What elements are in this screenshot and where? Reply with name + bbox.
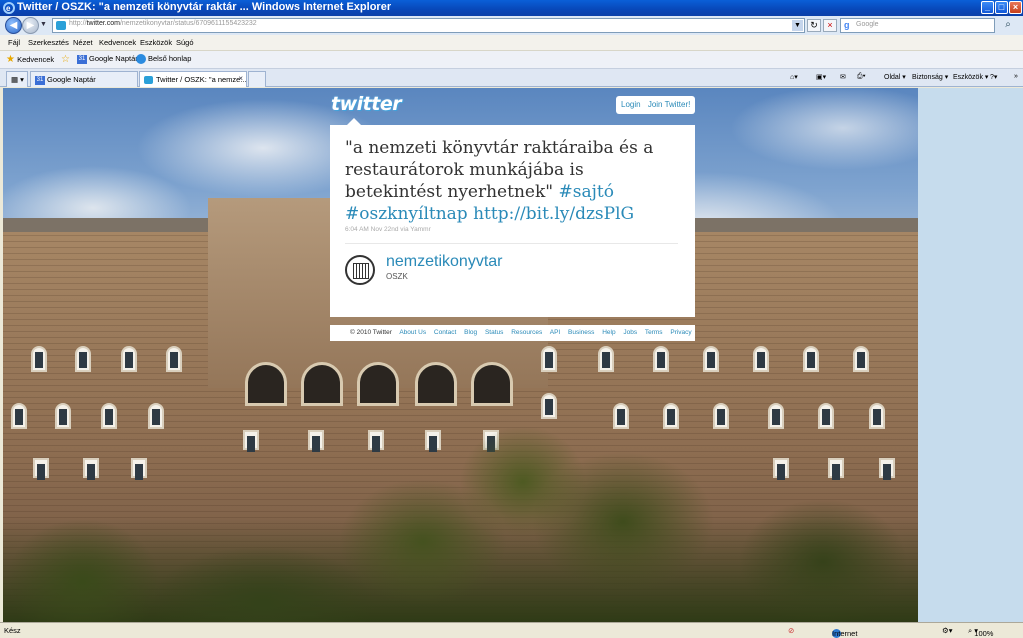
hashtag-sajto[interactable]: #sajtó xyxy=(559,182,614,202)
footer-link-business[interactable]: Business xyxy=(568,329,594,336)
top-links: Login Join Twitter! xyxy=(616,96,695,114)
tweet-link[interactable]: http://bit.ly/dzsPlG xyxy=(473,204,634,224)
close-tab-icon[interactable]: × xyxy=(238,74,243,83)
footer-link-help[interactable]: Help xyxy=(602,329,615,336)
tab-google-calendar[interactable]: 31 Google Naptár xyxy=(30,71,138,87)
trees-foreground xyxy=(3,392,918,622)
footer-link-blog[interactable]: Blog xyxy=(464,329,477,336)
feeds-icon[interactable]: ▣▾ xyxy=(816,73,826,81)
favorite-google-calendar[interactable]: 31 Google Naptár xyxy=(77,54,138,64)
menu-help[interactable]: Súgó xyxy=(176,38,194,47)
refresh-button[interactable]: ↻ xyxy=(807,19,821,32)
favorites-button[interactable]: ★ Kedvencek xyxy=(6,54,54,65)
footer-link-api[interactable]: API xyxy=(550,329,560,336)
page-menu[interactable]: Oldal ▾ xyxy=(884,73,906,81)
avatar[interactable] xyxy=(345,255,375,285)
tweet-text: "a nemzeti könyvtár raktáraiba és a rest… xyxy=(345,137,685,225)
search-icon[interactable]: ⌕ xyxy=(998,19,1018,32)
twitter-favicon-icon xyxy=(144,76,153,85)
chevron-right-icon[interactable]: » xyxy=(1014,73,1018,80)
menu-favorites[interactable]: Kedvencek xyxy=(99,38,136,47)
favorite-intranet[interactable]: Belső honlap xyxy=(136,54,191,65)
google-icon: g xyxy=(844,20,850,30)
web-content: twitter Login Join Twitter! "a nemzeti k… xyxy=(3,88,918,622)
home-icon[interactable]: ⌂▾ xyxy=(790,73,798,81)
menu-file[interactable]: Fájl xyxy=(8,38,20,47)
safety-menu[interactable]: Biztonság ▾ xyxy=(912,73,948,81)
favorites-bar: ★ Kedvencek ☆ 31 Google Naptár Belső honl… xyxy=(0,51,1023,69)
close-button[interactable]: × xyxy=(1009,1,1022,14)
page-background-right xyxy=(918,88,1023,622)
print-icon[interactable]: ⎙▾ xyxy=(857,73,866,81)
twitter-logo[interactable]: twitter xyxy=(331,93,402,115)
menu-view[interactable]: Nézet xyxy=(73,38,93,47)
popup-blocker-icon[interactable]: ⊘ xyxy=(788,626,794,635)
tab-twitter[interactable]: Twitter / OSZK: "a nemze... × xyxy=(139,71,247,87)
ie-page-icon xyxy=(136,54,146,65)
address-bar[interactable]: http://twitter.com/nemzetikonyvtar/statu… xyxy=(52,18,805,33)
tools-menu[interactable]: Eszközök ▾ xyxy=(953,73,988,81)
hashtag-oszknyiltnap[interactable]: #oszknyíltnap xyxy=(345,204,468,224)
username-link[interactable]: nemzetikonyvtar xyxy=(386,253,503,271)
svg-text:e: e xyxy=(6,4,11,13)
footer-link-status[interactable]: Status xyxy=(485,329,503,336)
menu-edit[interactable]: Szerkesztés xyxy=(28,38,69,47)
window-title: Twitter / OSZK: "a nemzeti könyvtár rakt… xyxy=(17,1,392,13)
new-tab-button[interactable] xyxy=(248,71,266,87)
back-button[interactable]: ◀ xyxy=(5,17,22,34)
protected-mode-icon[interactable]: ⚙▾ xyxy=(942,626,953,635)
calendar-icon: 31 xyxy=(35,75,45,85)
menu-tools[interactable]: Eszközök xyxy=(140,38,172,47)
add-favorite-icon[interactable]: ☆ xyxy=(61,54,70,65)
footer-link-contact[interactable]: Contact xyxy=(434,329,456,336)
menu-bar: Fájl Szerkesztés Nézet Kedvencek Eszközö… xyxy=(0,35,1023,51)
footer-link-about[interactable]: About Us xyxy=(399,329,426,336)
display-name: OSZK xyxy=(386,272,408,281)
search-input[interactable]: g Google xyxy=(840,18,995,33)
help-icon[interactable]: ?▾ xyxy=(990,73,997,81)
star-icon: ★ xyxy=(6,54,15,65)
address-row: ◀ ▶ ▼ http://twitter.com/nemzetikonyvtar… xyxy=(0,16,1023,35)
copyright: © 2010 Twitter xyxy=(350,329,392,336)
stop-button[interactable]: × xyxy=(823,19,837,32)
address-url: http://twitter.com/nemzetikonyvtar/statu… xyxy=(69,20,257,27)
tweet-card: "a nemzeti könyvtár raktáraiba és a rest… xyxy=(330,125,695,317)
quick-tabs-button[interactable]: ▦ ▾ xyxy=(6,71,28,87)
join-twitter-link[interactable]: Join Twitter! xyxy=(648,100,691,109)
status-text: Kész xyxy=(4,626,21,635)
title-bar: e Twitter / OSZK: "a nemzeti könyvtár ra… xyxy=(0,0,1023,16)
tab-row: ▦ ▾ 31 Google Naptár Twitter / OSZK: "a n… xyxy=(0,69,1023,87)
footer-link-resources[interactable]: Resources xyxy=(511,329,542,336)
minimize-button[interactable]: _ xyxy=(981,1,994,14)
divider xyxy=(345,243,678,244)
history-dropdown-icon[interactable]: ▼ xyxy=(40,21,47,28)
footer-link-jobs[interactable]: Jobs xyxy=(623,329,637,336)
forward-button[interactable]: ▶ xyxy=(22,17,39,34)
search-placeholder: Google xyxy=(856,21,879,28)
login-link[interactable]: Login xyxy=(621,100,641,109)
mail-icon[interactable]: ✉ xyxy=(840,73,846,81)
footer-link-terms[interactable]: Terms xyxy=(645,329,663,336)
twitter-favicon-icon xyxy=(56,21,66,30)
footer: © 2010 Twitter About Us Contact Blog Sta… xyxy=(330,325,695,341)
address-dropdown-icon[interactable]: ▼ xyxy=(792,20,803,31)
zoom-level[interactable]: ⌕ 100% ▾ xyxy=(968,626,993,638)
tweet-meta[interactable]: 6:04 AM Nov 22nd via Yammr xyxy=(345,226,431,233)
footer-link-privacy[interactable]: Privacy xyxy=(670,329,691,336)
internet-explorer-icon: e xyxy=(3,2,15,14)
calendar-icon: 31 xyxy=(77,54,87,64)
status-bar: Kész ⊘ Internet ⚙▾ ⌕ 100% ▾ xyxy=(0,622,1023,638)
maximize-button[interactable]: □ xyxy=(995,1,1008,14)
